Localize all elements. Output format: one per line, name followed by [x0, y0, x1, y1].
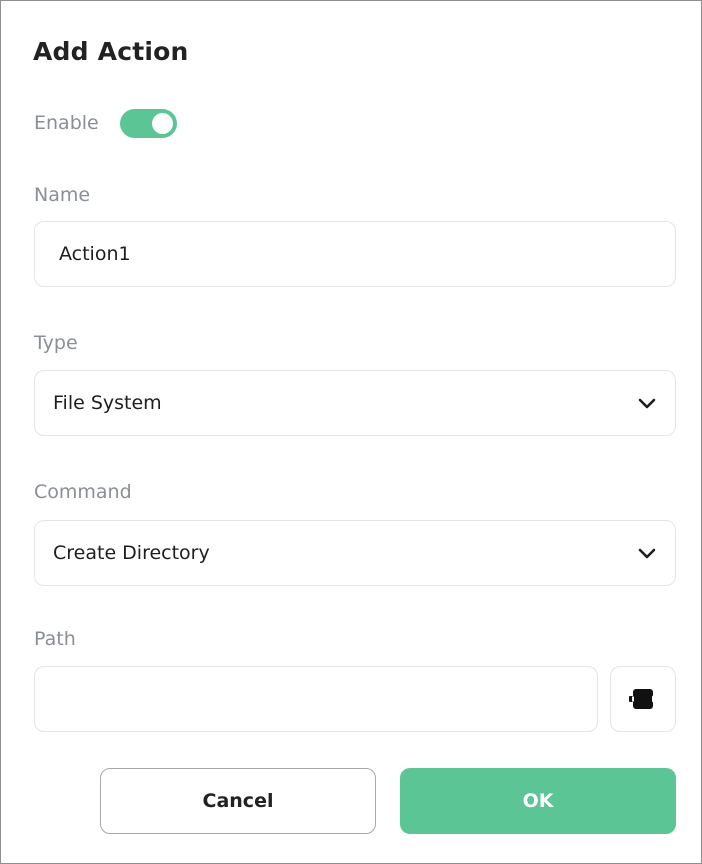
add-action-dialog: Add Action Enable Name Action1 Type File…	[0, 0, 702, 864]
chevron-down-icon	[637, 396, 657, 410]
toggle-knob	[152, 113, 173, 134]
enable-toggle[interactable]	[120, 109, 177, 138]
name-input-value: Action1	[59, 243, 131, 265]
command-label: Command	[34, 481, 132, 503]
enable-label: Enable	[34, 112, 99, 134]
cancel-button[interactable]: Cancel	[100, 768, 376, 834]
ok-button[interactable]: OK	[400, 768, 676, 834]
command-select-value: Create Directory	[53, 542, 210, 564]
type-select-value: File System	[53, 392, 162, 414]
chevron-down-icon	[637, 546, 657, 560]
path-label: Path	[34, 628, 76, 650]
type-label: Type	[34, 332, 78, 354]
dialog-title: Add Action	[33, 37, 189, 66]
path-browse-button[interactable]	[610, 666, 676, 732]
name-input[interactable]: Action1	[34, 221, 676, 287]
name-label: Name	[34, 184, 91, 206]
command-select[interactable]: Create Directory	[34, 520, 676, 586]
type-select[interactable]: File System	[34, 370, 676, 436]
plugin-icon	[629, 689, 656, 709]
path-input[interactable]	[34, 666, 598, 732]
